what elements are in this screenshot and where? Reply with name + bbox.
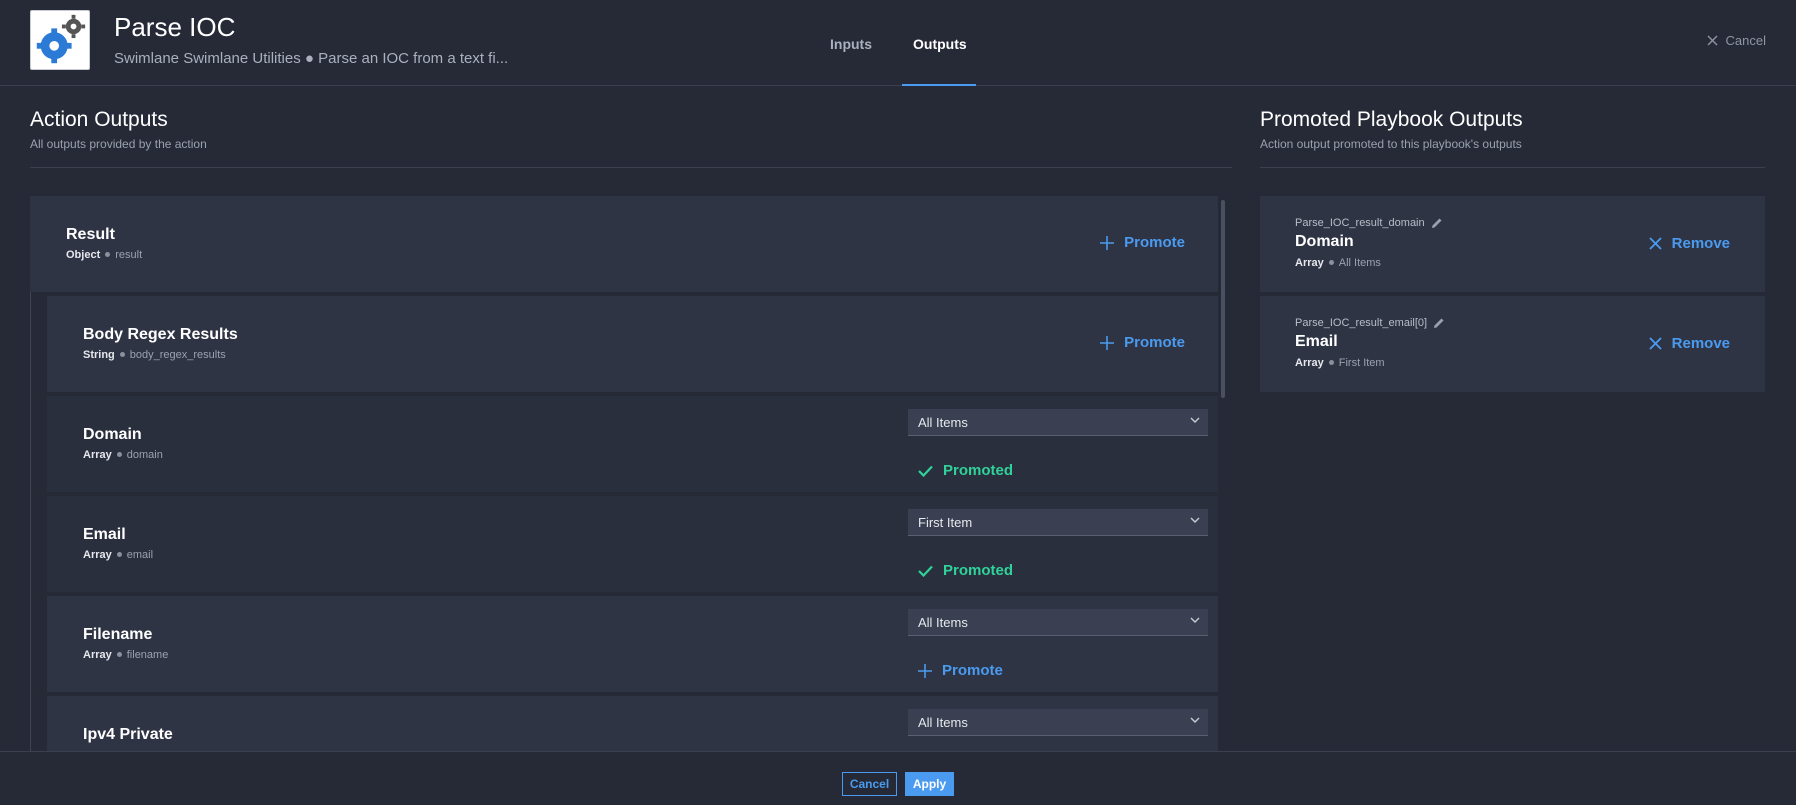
action-outputs-divider bbox=[30, 167, 1232, 168]
list-scrollbar[interactable] bbox=[1221, 200, 1225, 398]
output-name: Filename bbox=[83, 626, 153, 643]
promoted-item-email: Parse_IOC_result_email[0] Email Array Fir… bbox=[1260, 296, 1765, 392]
pencil-icon[interactable] bbox=[1433, 317, 1445, 329]
item-mode-select[interactable]: First Item bbox=[908, 509, 1208, 536]
active-tab-indicator bbox=[902, 84, 976, 86]
output-item-body-regex-results: Body Regex Results String body_regex_resu… bbox=[47, 296, 1218, 392]
gears-icon bbox=[30, 10, 90, 70]
apply-button[interactable]: Apply bbox=[905, 772, 954, 796]
output-item-result: Result Object result Promote bbox=[30, 196, 1218, 292]
promoted-outputs-subtitle: Action output promoted to this playbook'… bbox=[1260, 137, 1522, 151]
item-mode-select[interactable]: All Items bbox=[908, 609, 1208, 636]
close-icon bbox=[1707, 35, 1718, 46]
chevron-down-icon bbox=[1190, 717, 1200, 723]
remove-button[interactable]: Remove bbox=[1649, 235, 1730, 252]
remove-button[interactable]: Remove bbox=[1649, 335, 1730, 352]
page-subtitle: Swimlane Swimlane Utilities ● Parse an I… bbox=[114, 50, 509, 67]
promoted-outputs-divider bbox=[1260, 167, 1765, 168]
header-cancel-button[interactable]: Cancel bbox=[1707, 33, 1766, 48]
action-outputs-subtitle: All outputs provided by the action bbox=[30, 137, 207, 151]
promoted-key: Parse_IOC_result_domain bbox=[1295, 217, 1443, 229]
output-meta: Array filename bbox=[83, 649, 169, 661]
promote-button[interactable]: Promote bbox=[918, 662, 1003, 679]
tree-line bbox=[30, 292, 31, 751]
promoted-status: Promoted bbox=[918, 562, 1013, 579]
output-name: Domain bbox=[83, 426, 142, 443]
promoted-status: Promoted bbox=[918, 462, 1013, 479]
promoted-name: Domain bbox=[1295, 233, 1354, 250]
output-item-email: Email Array email First Item Promoted bbox=[47, 496, 1218, 592]
chevron-down-icon bbox=[1190, 417, 1200, 423]
check-icon bbox=[918, 565, 933, 577]
output-item-filename: Filename Array filename All Items Promote bbox=[47, 596, 1218, 692]
output-item-domain: Domain Array domain All Items Promoted bbox=[47, 396, 1218, 492]
promoted-key: Parse_IOC_result_email[0] bbox=[1295, 317, 1445, 329]
output-meta: String body_regex_results bbox=[83, 349, 226, 361]
promoted-outputs-title: Promoted Playbook Outputs bbox=[1260, 108, 1523, 131]
output-meta: Array email bbox=[83, 549, 154, 561]
promoted-name: Email bbox=[1295, 333, 1338, 350]
promote-button[interactable]: Promote bbox=[1100, 234, 1185, 251]
promoted-meta: Array All Items bbox=[1295, 257, 1381, 269]
tab-outputs[interactable]: Outputs bbox=[913, 36, 967, 52]
plus-icon bbox=[918, 663, 932, 678]
page-title: Parse IOC bbox=[114, 12, 236, 42]
chevron-down-icon bbox=[1190, 617, 1200, 623]
plus-icon bbox=[1100, 335, 1115, 350]
output-name: Result bbox=[66, 226, 115, 243]
output-item-ipv4-private: Ipv4 Private All Items bbox=[47, 696, 1218, 751]
output-meta: Object result bbox=[66, 249, 143, 261]
cancel-button[interactable]: Cancel bbox=[842, 772, 897, 796]
header: Parse IOC Swimlane Swimlane Utilities ● … bbox=[0, 0, 1796, 86]
pencil-icon[interactable] bbox=[1431, 217, 1443, 229]
footer: Cancel Apply bbox=[0, 751, 1796, 805]
output-name: Ipv4 Private bbox=[83, 726, 173, 743]
output-meta: Array domain bbox=[83, 449, 163, 461]
close-icon bbox=[1649, 237, 1662, 250]
promote-button[interactable]: Promote bbox=[1100, 334, 1185, 351]
close-icon bbox=[1649, 337, 1662, 350]
tab-inputs[interactable]: Inputs bbox=[830, 36, 872, 52]
output-name: Email bbox=[83, 526, 126, 543]
action-outputs-title: Action Outputs bbox=[30, 108, 168, 131]
check-icon bbox=[918, 465, 933, 477]
item-mode-select[interactable]: All Items bbox=[908, 709, 1208, 736]
promoted-item-domain: Parse_IOC_result_domain Domain Array All … bbox=[1260, 196, 1765, 292]
item-mode-select[interactable]: All Items bbox=[908, 409, 1208, 436]
chevron-down-icon bbox=[1190, 517, 1200, 523]
output-name: Body Regex Results bbox=[83, 326, 238, 343]
plus-icon bbox=[1100, 235, 1115, 250]
promoted-meta: Array First Item bbox=[1295, 357, 1385, 369]
action-outputs-list: Result Object result Promote Body Regex R… bbox=[30, 196, 1225, 751]
header-cancel-label: Cancel bbox=[1725, 33, 1766, 48]
